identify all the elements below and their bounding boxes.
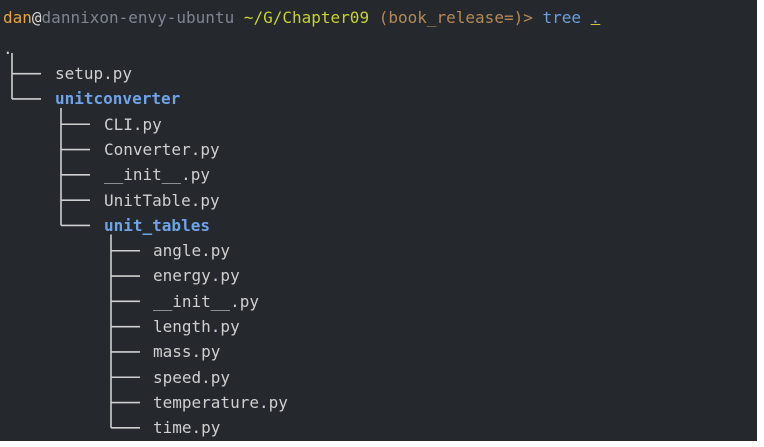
tree-file-name: temperature.py [153, 392, 288, 412]
tree-file-row: __init__.py [0, 162, 757, 187]
tree-file-name: length.py [153, 317, 240, 336]
tree-file-row: UnitTable.py [0, 188, 757, 213]
tree-file-name: energy.py [153, 266, 240, 286]
tree-file-name: Converter.py [104, 139, 220, 159]
tree-file-name: mass.py [153, 342, 221, 362]
tree-file-name: speed.py [153, 367, 231, 387]
tree-dir-name: unitconverter [55, 89, 181, 109]
screenshot-frame: dan@dannixon-envy-ubuntu ~/G/Chapter09 (… [0, 0, 764, 447]
tree-file-name: __init__.py [104, 165, 210, 185]
tree-file-row: CLI.py [0, 112, 757, 137]
tree-file-row: setup.py [0, 61, 757, 86]
tree-file-row: angle.py [0, 238, 757, 263]
tree-file-name: CLI.py [104, 114, 162, 134]
tree-file-row: temperature.py [0, 390, 757, 415]
tree-file-name: angle.py [153, 241, 231, 261]
tree-dir-row: unitconverter [0, 86, 757, 111]
tree-dir-row: unit_tables [0, 213, 757, 238]
tree-file-row: __init__.py [0, 289, 757, 314]
tree-dir-name: unit_tables [104, 215, 210, 235]
tree-file-row: Converter.py [0, 137, 757, 162]
terminal-window[interactable]: dan@dannixon-envy-ubuntu ~/G/Chapter09 (… [0, 0, 757, 441]
tree-file-name: setup.py [55, 64, 133, 83]
tree-file-name: time.py [153, 418, 221, 438]
tree-file-row: energy.py [0, 263, 757, 288]
tree-file-row: mass.py [0, 339, 757, 364]
tree-file-name: UnitTable.py [104, 190, 220, 210]
tree-file-row: length.py [0, 314, 757, 339]
tree-file-row: time.py [0, 415, 757, 440]
tree-file-row: speed.py [0, 365, 757, 390]
tree-file-name: __init__.py [153, 291, 259, 311]
